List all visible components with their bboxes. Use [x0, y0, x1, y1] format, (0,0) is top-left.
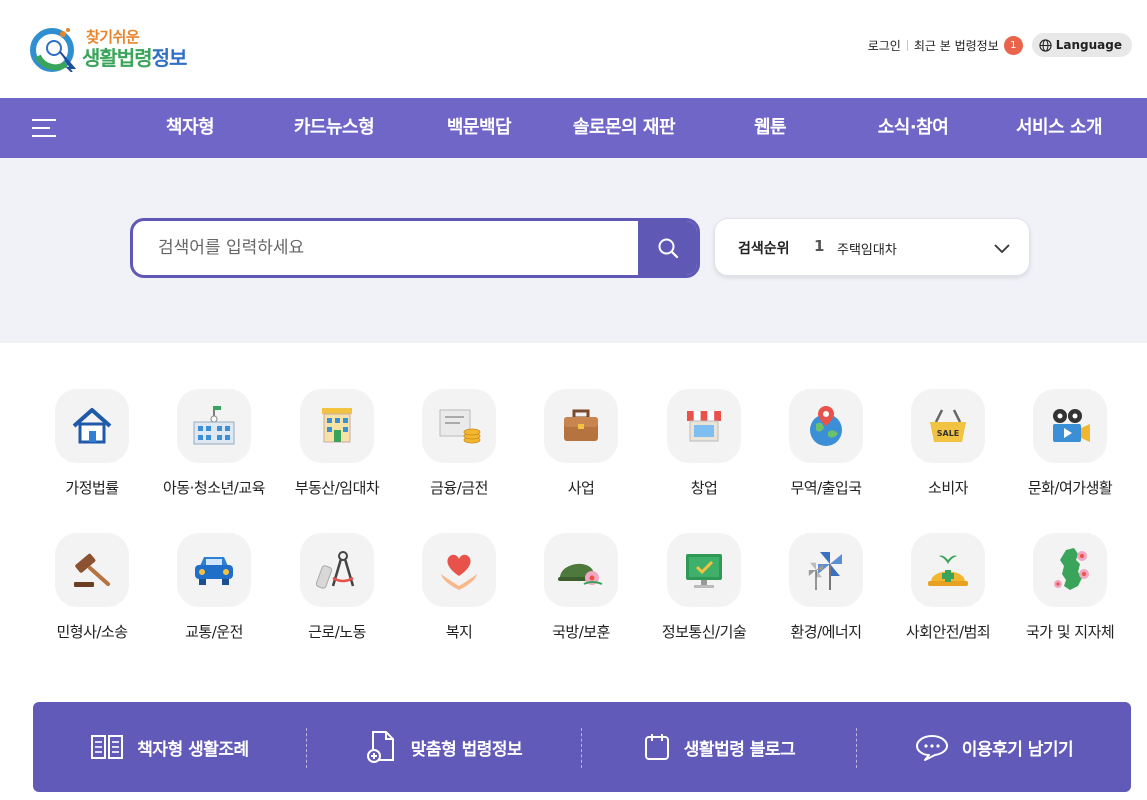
category-youth-education[interactable]: 아동·청소년/교육 [152, 389, 276, 519]
quick-link-ordinance-booklet[interactable]: 책자형 생활조례 [33, 702, 306, 792]
search-icon [658, 238, 679, 259]
recent-count-badge: 1 [1003, 35, 1023, 55]
search-ranking-dropdown[interactable]: 검색순위 1 주택임대차 [714, 218, 1030, 276]
storefront-icon [667, 389, 741, 463]
category-label: 국가 및 지자체 [1025, 623, 1115, 641]
recent-laws-link[interactable]: 최근 본 법령정보 [914, 37, 999, 54]
category-welfare[interactable]: 복지 [397, 533, 521, 663]
briefcase-icon [544, 389, 618, 463]
category-civil-criminal[interactable]: 민형사/소송 [30, 533, 154, 663]
category-startup[interactable]: 창업 [642, 389, 766, 519]
site-header: 찾기쉬운 생활법령정보 로그인 최근 본 법령정보 1 Language [0, 0, 1147, 98]
chevron-down-icon [994, 244, 1010, 254]
category-family-law[interactable]: 가정법률 [30, 389, 154, 519]
safety-helmet-icon [911, 533, 985, 607]
gavel-icon [55, 533, 129, 607]
nav-item-booklet[interactable]: 책자형 [140, 98, 240, 158]
quick-link-label: 맞춤형 법령정보 [410, 739, 523, 760]
monitor-check-icon [667, 533, 741, 607]
category-labor[interactable]: 근로/노동 [275, 533, 399, 663]
pinwheel-icon [789, 533, 863, 607]
category-traffic-driving[interactable]: 교통/운전 [152, 533, 276, 663]
logo-title-part1: 생활법령 [82, 46, 153, 70]
nav-item-news[interactable]: 소식·참여 [858, 98, 968, 158]
quick-link-review[interactable]: 이용후기 남기기 [857, 702, 1131, 792]
category-finance[interactable]: 금융/금전 [397, 389, 521, 519]
search-ranking-number: 1 [814, 237, 825, 255]
category-culture-leisure[interactable]: 문화/여가생활 [1008, 389, 1132, 519]
category-real-estate[interactable]: 부동산/임대차 [275, 389, 399, 519]
helmet-flower-icon [544, 533, 618, 607]
house-icon [55, 389, 129, 463]
money-icon [422, 389, 496, 463]
chat-bubble-icon [915, 735, 948, 761]
utility-links: 로그인 최근 본 법령정보 1 Language [868, 33, 1132, 57]
book-icon [91, 735, 124, 759]
logo-title: 생활법령정보 [82, 42, 188, 71]
category-public-safety[interactable]: 사회안전/범죄 [886, 533, 1010, 663]
korea-map-icon [1033, 533, 1107, 607]
search-section: 검색순위 1 주택임대차 [0, 158, 1147, 343]
svg-text:SALE: SALE [937, 429, 960, 438]
search-ranking-label: 검색순위 [738, 241, 790, 257]
globe-icon [1039, 38, 1052, 52]
heart-hands-icon [422, 533, 496, 607]
main-nav: 책자형 카드뉴스형 백문백답 솔로몬의 재판 웹툰 소식·참여 서비스 소개 [0, 98, 1147, 158]
globe-icon [789, 389, 863, 463]
quick-link-label: 책자형 생활조례 [137, 739, 249, 760]
school-icon [177, 389, 251, 463]
category-defense-veterans[interactable]: 국방/보훈 [519, 533, 643, 663]
search-ranking-term: 주택임대차 [837, 243, 897, 258]
category-label: 문화/여가생활 [1027, 479, 1113, 497]
nav-item-solomon[interactable]: 솔로몬의 재판 [554, 98, 694, 158]
shopping-basket-icon: SALE [911, 389, 985, 463]
category-it-tech[interactable]: 정보통신/기술 [642, 533, 766, 663]
category-trade-immigration[interactable]: 무역/출입국 [764, 389, 888, 519]
site-logo[interactable]: 찾기쉬운 생활법령정보 [30, 22, 200, 74]
nav-item-about[interactable]: 서비스 소개 [998, 98, 1120, 158]
language-button[interactable]: Language [1031, 33, 1132, 57]
divider [906, 39, 908, 51]
search-box [130, 218, 700, 278]
category-business[interactable]: 사업 [519, 389, 643, 519]
nav-item-qna[interactable]: 백문백답 [424, 98, 534, 158]
hamburger-icon[interactable] [32, 117, 56, 137]
car-icon [177, 533, 251, 607]
quick-link-blog[interactable]: 생활법령 블로그 [582, 702, 856, 792]
nav-item-cardnews[interactable]: 카드뉴스형 [274, 98, 394, 158]
movie-camera-icon [1033, 389, 1107, 463]
building-icon [300, 389, 374, 463]
logo-mark-icon [30, 28, 77, 72]
notepad-icon [644, 734, 669, 760]
category-consumer[interactable]: SALE 소비자 [886, 389, 1010, 519]
quick-link-label: 이용후기 남기기 [961, 739, 1074, 760]
quick-link-label: 생활법령 블로그 [683, 739, 796, 760]
logo-title-part2: 정보 [151, 46, 188, 70]
drafting-tools-icon [300, 533, 374, 607]
login-link[interactable]: 로그인 [868, 37, 901, 54]
search-input[interactable] [133, 221, 641, 275]
search-button[interactable] [638, 221, 697, 275]
quick-link-custom-info[interactable]: 맞춤형 법령정보 [307, 702, 581, 792]
category-state-local-gov[interactable]: 국가 및 지자체 [1008, 533, 1132, 663]
category-environment-energy[interactable]: 환경/에너지 [764, 533, 888, 663]
document-plus-icon [366, 731, 394, 763]
quick-links-bar: 책자형 생활조례 맞춤형 법령정보 생활법령 블로그 이용후기 남기기 [33, 702, 1131, 792]
nav-item-webtoon[interactable]: 웹툰 [730, 98, 810, 158]
language-label: Language [1055, 38, 1122, 52]
